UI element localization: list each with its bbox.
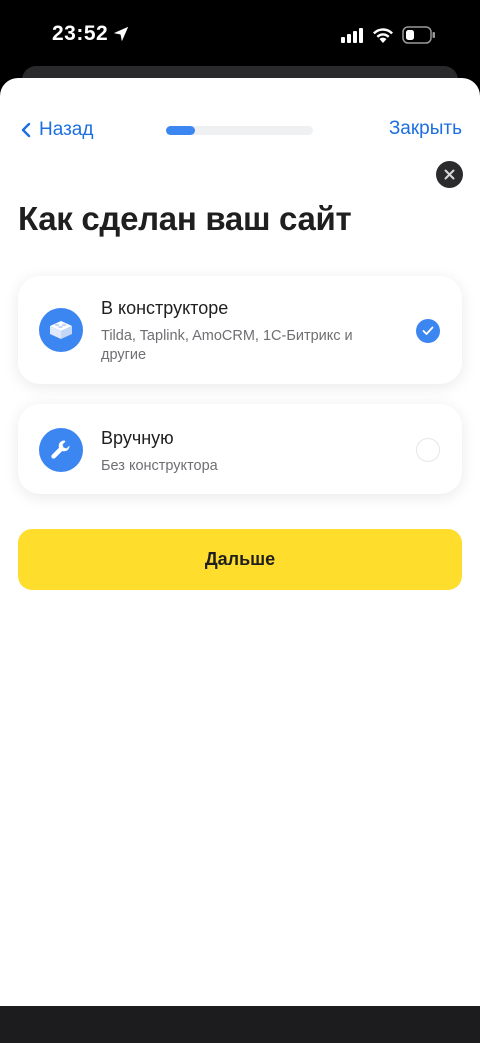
progress-bar xyxy=(166,126,313,135)
option-subtitle: Tilda, Taplink, AmoCRM, 1С-Битрикс и дру… xyxy=(101,328,353,363)
wifi-icon xyxy=(373,28,393,43)
option-title: Вручную xyxy=(101,428,174,448)
next-button[interactable]: Дальше xyxy=(18,529,462,590)
option-title: В конструкторе xyxy=(101,298,229,318)
onboarding-sheet: Назад Закрыть Как сделан ваш сайт В конс… xyxy=(0,78,480,1006)
back-button[interactable]: Назад xyxy=(20,118,93,142)
signal-icon xyxy=(341,28,363,43)
close-button[interactable] xyxy=(436,161,463,188)
brick-icon xyxy=(50,321,72,339)
option-subtitle: Без конструктора xyxy=(101,458,218,474)
close-icon xyxy=(444,169,455,180)
status-time: 23:52 xyxy=(52,22,109,45)
location-arrow-icon xyxy=(113,26,129,42)
battery-icon xyxy=(402,26,435,44)
chevron-left-icon xyxy=(21,122,31,138)
option-constructor[interactable]: В конструкторе Tilda, Taplink, AmoCRM, 1… xyxy=(18,276,462,384)
option-radio-unchecked[interactable] xyxy=(416,438,440,462)
option-manual[interactable]: Вручную Без конструктора xyxy=(18,404,462,494)
option-icon-badge xyxy=(39,308,83,352)
status-bar: 23:52 xyxy=(0,0,480,70)
option-radio-checked[interactable] xyxy=(416,319,440,343)
wrench-icon xyxy=(51,440,70,459)
close-text-button[interactable]: Закрыть xyxy=(389,118,462,142)
bottom-bar xyxy=(0,1006,480,1043)
page-title: Как сделан ваш сайт xyxy=(18,200,352,237)
back-label: Назад xyxy=(39,119,94,140)
progress-fill xyxy=(166,126,196,135)
option-icon-badge xyxy=(39,428,83,472)
checkmark-icon xyxy=(422,326,434,335)
